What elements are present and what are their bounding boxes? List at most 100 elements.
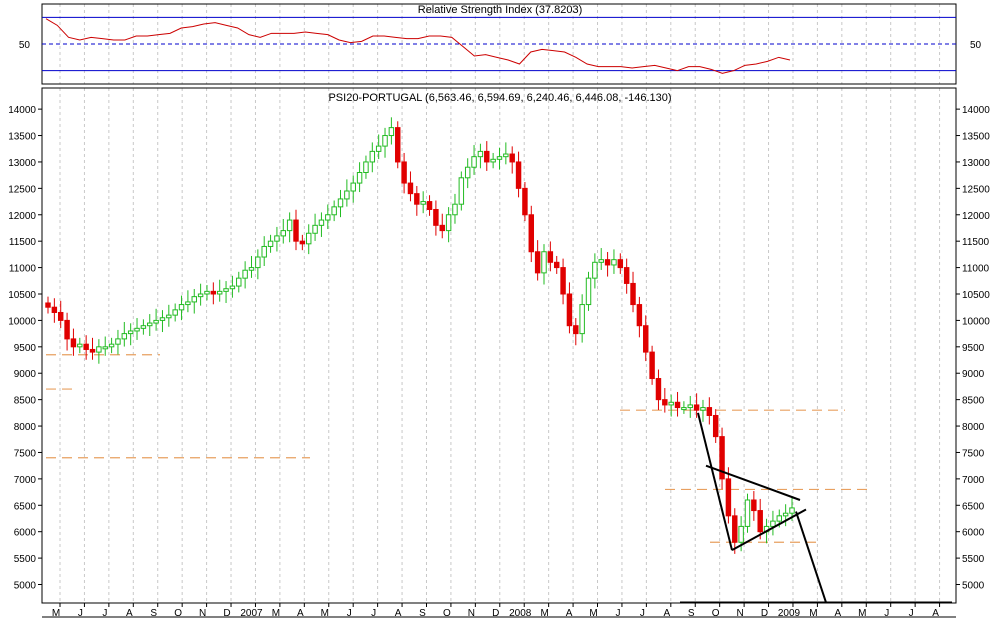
candle-body — [375, 145, 382, 152]
candle-body — [350, 182, 356, 192]
candle-body — [681, 407, 687, 411]
candle-body — [395, 127, 401, 163]
candle-body — [700, 407, 706, 411]
candle-body — [770, 520, 776, 527]
candle-body — [522, 187, 528, 216]
candle-body — [166, 314, 172, 319]
y-tick-label-left: 9000 — [14, 369, 37, 380]
candle-body — [121, 333, 128, 340]
candle-body — [414, 193, 420, 205]
candle-body — [433, 208, 439, 226]
axis-layer: M J J A S O N D 2007 M A M J J A S O N D 2008 M A M J J A S O N D 2009… — [8, 40, 990, 619]
candle-body — [509, 153, 515, 163]
y-tick-label-left: 8000 — [14, 422, 37, 433]
candle-body — [255, 256, 261, 269]
candle-body — [757, 510, 763, 533]
candle-body — [305, 232, 312, 245]
candle-body — [617, 259, 624, 269]
y-tick-label-left: 14000 — [8, 105, 36, 116]
candle-body — [655, 378, 662, 401]
trendline-upper — [705, 464, 801, 501]
candle-body — [325, 214, 331, 221]
y-tick-label-right: 8500 — [962, 396, 985, 407]
candle-body — [592, 261, 598, 279]
y-tick-label-right: 7000 — [962, 475, 985, 486]
candle-body — [579, 304, 585, 335]
candle-body — [693, 404, 700, 411]
candle-body — [261, 245, 267, 258]
y-tick-label-right: 11000 — [962, 264, 990, 275]
candle-body — [458, 177, 465, 205]
candle-body — [286, 219, 293, 232]
candle-body — [229, 285, 236, 290]
candle-body — [210, 290, 217, 295]
candle-body — [204, 290, 210, 295]
y-tick-label-right: 12500 — [962, 184, 990, 195]
y-tick-label-left: 9500 — [14, 343, 37, 354]
candle-body — [140, 325, 147, 329]
candle-body — [89, 348, 96, 353]
candle-body — [191, 296, 197, 303]
candle-body — [674, 401, 681, 409]
candle-body — [267, 240, 274, 247]
y-tick-label-left: 5000 — [14, 581, 37, 592]
candle-body — [312, 224, 318, 234]
candle-body — [649, 351, 655, 380]
y-tick-label-left: 10500 — [8, 290, 36, 301]
y-tick-label-right: 8000 — [962, 422, 985, 433]
candle-body — [153, 319, 159, 324]
candle-body — [725, 478, 732, 517]
y-tick-label-right: 7500 — [962, 448, 985, 459]
candle-body — [70, 338, 77, 348]
candle-body — [51, 306, 58, 313]
y-tick-label-right: 13000 — [962, 158, 990, 169]
candle-body — [134, 327, 140, 332]
candle-body — [566, 293, 573, 327]
candle-body — [337, 198, 344, 208]
chart-root: M J J A S O N D 2007 M A M J J A S O N D 2008 M A M J J A S O N D 2009… — [0, 0, 1000, 620]
candle-body — [223, 288, 229, 292]
candle-body — [776, 515, 783, 522]
candle-body — [573, 325, 579, 335]
candle-body — [96, 346, 102, 353]
candle-body — [83, 343, 89, 350]
candle-body — [687, 404, 693, 409]
candle-body — [356, 172, 363, 184]
price-panel — [41, 87, 957, 604]
candle-body — [318, 219, 325, 226]
candle-body — [738, 525, 744, 543]
y-tick-label-right: 11500 — [962, 237, 990, 248]
candle-body — [382, 135, 388, 147]
y-tick-label-left: 10000 — [8, 316, 36, 327]
y-tick-label-right: 13500 — [962, 132, 990, 143]
y-tick-label-right: 14000 — [962, 105, 990, 116]
candle-body — [274, 235, 280, 242]
candle-body — [127, 330, 134, 335]
candle-body — [553, 261, 560, 269]
candle-body — [426, 201, 433, 210]
y-tick-label-left: 13000 — [8, 158, 36, 169]
y-tick-label-right: 6000 — [962, 528, 985, 539]
candle-body — [662, 399, 668, 406]
y-tick-label-left: 7000 — [14, 475, 37, 486]
candle-body — [102, 346, 108, 350]
candle-body — [197, 293, 204, 298]
candle-body — [369, 150, 376, 163]
candle-body — [236, 277, 242, 287]
candle-body — [604, 259, 611, 266]
candle-body — [668, 401, 674, 406]
rsi-tick-left: 50 — [19, 40, 31, 51]
candle-body — [115, 338, 121, 345]
candle-body — [147, 322, 153, 327]
y-tick-label-right: 5500 — [962, 554, 985, 565]
candle-body — [445, 214, 452, 232]
y-tick-label-left: 12500 — [8, 184, 36, 195]
y-tick-label-left: 6000 — [14, 528, 37, 539]
candle-body — [172, 309, 178, 316]
candle-body — [541, 251, 547, 274]
y-tick-label-right: 9500 — [962, 343, 985, 354]
candle-body — [732, 515, 738, 543]
candle-body — [706, 407, 713, 416]
candle-body — [585, 277, 592, 306]
y-tick-label-left: 11000 — [9, 264, 37, 275]
